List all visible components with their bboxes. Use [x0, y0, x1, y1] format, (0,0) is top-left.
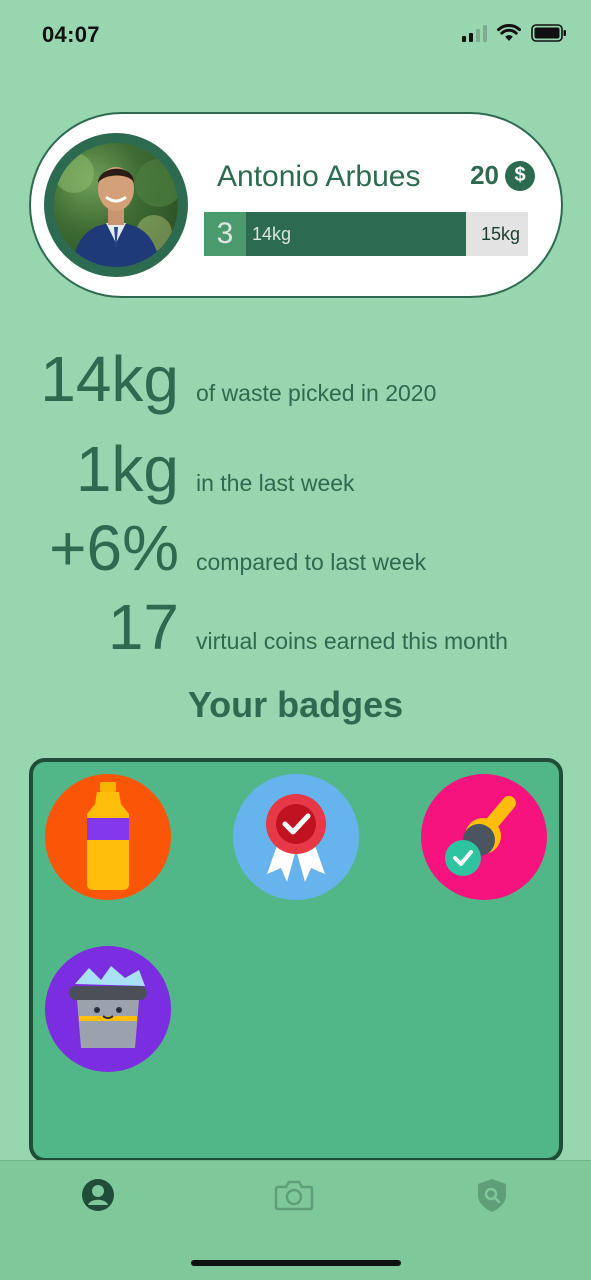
badge-award[interactable] [233, 774, 359, 900]
dollar-coin-icon: $ [505, 160, 535, 191]
stat-value: +6% [49, 512, 179, 584]
shield-search-icon [478, 1179, 506, 1212]
coin-count: 20 [470, 160, 499, 190]
trash-grabber-icon [445, 795, 516, 876]
profile-icon [82, 1179, 114, 1211]
badges-title: Your badges [187, 684, 404, 725]
bottle-icon [87, 782, 129, 890]
tab-profile[interactable] [78, 1175, 118, 1215]
stat-row-weekly: 1kg in the last week [0, 432, 591, 512]
stat-value: 1kg [75, 433, 179, 505]
tab-shield[interactable] [472, 1175, 512, 1215]
level-number: 3 [204, 212, 246, 256]
avatar[interactable] [54, 143, 178, 267]
avatar-ring [44, 133, 188, 277]
stat-value: 17 [107, 591, 179, 663]
progress-current-value: 14kg [252, 224, 292, 244]
status-time: 04:07 [42, 22, 100, 47]
avatar-photo [54, 153, 178, 267]
stat-value: 14kg [40, 343, 179, 415]
wifi-icon [497, 24, 521, 41]
status-icons [462, 24, 567, 42]
award-ribbon-icon [266, 794, 326, 882]
badge-bottle[interactable] [45, 774, 171, 900]
badge-grabber[interactable] [421, 774, 547, 900]
tab-camera[interactable] [274, 1175, 314, 1215]
user-name: Antonio Arbues [217, 160, 421, 193]
status-bar: 04:07 [0, 0, 591, 70]
stat-label: in the last week [196, 470, 355, 496]
camera-icon [274, 1180, 314, 1211]
cellular-signal-icon [462, 24, 487, 42]
stat-label: virtual coins earned this month [196, 628, 508, 654]
stat-row-coins: 17 virtual coins earned this month [0, 590, 591, 670]
home-indicator [191, 1260, 401, 1266]
stat-label: of waste picked in 2020 [196, 380, 437, 406]
battery-icon [531, 24, 566, 42]
profile-card[interactable]: Antonio Arbues 20 $ 3 14kg 15kg [29, 112, 563, 298]
coin-balance: 20 $ [470, 160, 535, 191]
badge-bin[interactable] [45, 946, 171, 1072]
badges-grid [29, 758, 563, 1162]
progress-max-value: 15kg [480, 224, 520, 244]
stat-row-yearly: 14kg of waste picked in 2020 [0, 342, 591, 422]
stat-label: compared to last week [196, 549, 427, 575]
level-progress-bar: 3 14kg 15kg [204, 212, 528, 256]
stat-row-change: +6% compared to last week [0, 511, 591, 591]
full-bin-icon [69, 966, 147, 1048]
